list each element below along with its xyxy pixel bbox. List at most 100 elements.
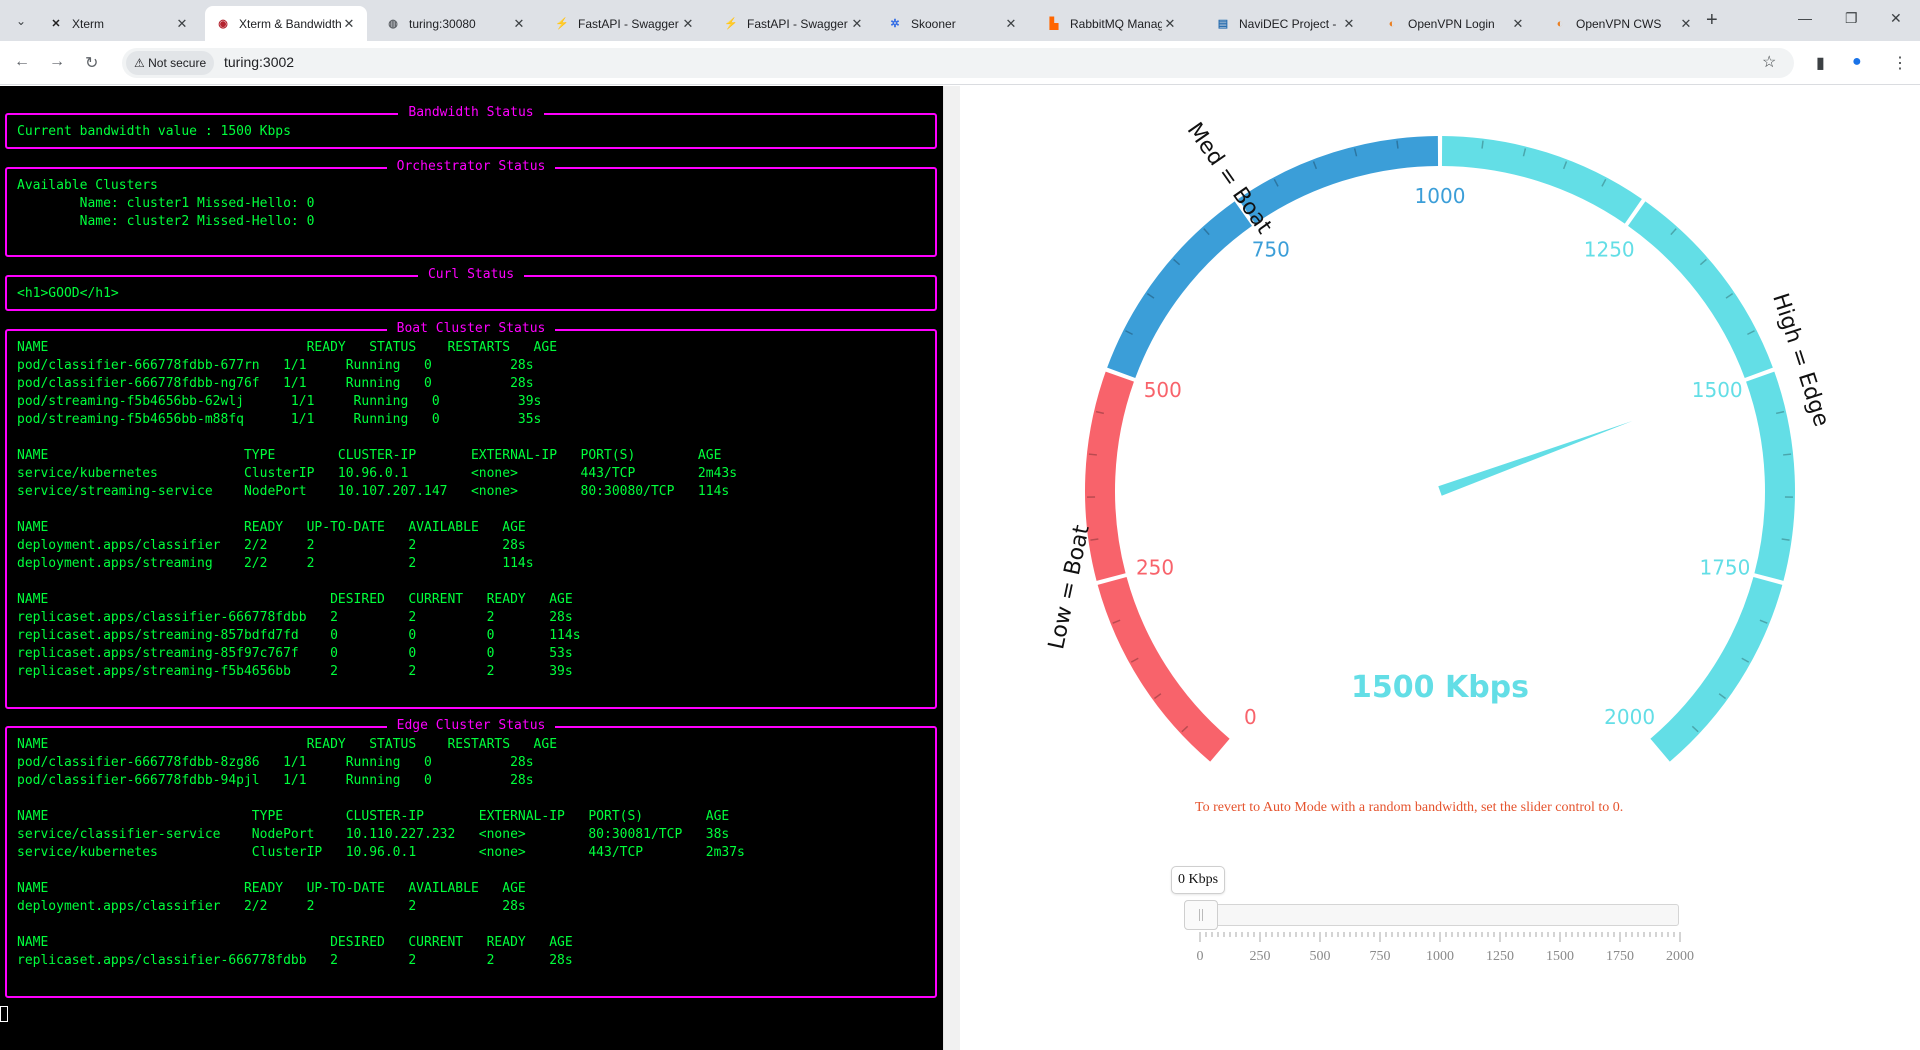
tab-title: RabbitMQ Manag (1070, 16, 1162, 31)
tab-title: Xterm (72, 16, 105, 31)
slider-scale-label: 1250 (1486, 949, 1514, 964)
bandwidth-slider-handle[interactable] (1184, 900, 1218, 930)
browser-tab[interactable]: ✲ Skooner ✕ (877, 6, 1029, 41)
minimize-button[interactable]: — (1798, 10, 1812, 26)
slider-scale: 0 250 500 750 1000 1250 1500 1750 2000 (1197, 932, 1694, 964)
terminal-cursor (0, 1006, 8, 1022)
close-tab-icon[interactable]: ✕ (680, 16, 696, 32)
bandwidth-gauge: 0 250 500 750 1000 1250 1500 1750 2000 Low = Boa… (1044, 118, 1834, 762)
panel-title: Orchestrator Status (386, 159, 556, 174)
browser-tab[interactable]: ◍ turing:30080 ✕ (375, 6, 537, 41)
gauge-minor-tick (1481, 140, 1484, 149)
gauge-arc-segment (1107, 201, 1252, 379)
slider-scale-label: 500 (1310, 949, 1331, 964)
browser-tab[interactable]: ⚡ FastAPI - Swagger ✕ (544, 6, 706, 41)
chevron-down-icon: ⌄ (15, 14, 27, 28)
omnibox[interactable]: ⚠ Not secure turing:3002 ☆ (122, 48, 1794, 78)
globe-icon: ◍ (388, 18, 398, 30)
gauge-readout: 1500 Kbps (1351, 670, 1529, 705)
slider-scale-label: 1000 (1426, 949, 1454, 964)
gauge-needle (1438, 420, 1633, 496)
tab-title: FastAPI - Swagger (578, 16, 679, 31)
url-text[interactable]: turing:3002 (224, 54, 294, 70)
side-panel-icon[interactable]: ▮ (1816, 53, 1825, 73)
tab-strip: ⌄ ✕ Xterm ✕ ◉ Xterm & Bandwidth ✕ ◍ turing:3008… (0, 0, 1920, 41)
gauge-tick-label: 250 (1136, 555, 1174, 579)
panel-text: NAME READY STATUS RESTARTS AGE pod/class… (17, 737, 745, 968)
gauge-arc-segment (1085, 371, 1134, 581)
close-tab-icon[interactable]: ✕ (1003, 16, 1019, 32)
back-button[interactable]: ← (14, 53, 30, 71)
address-bar: ← → ↻ ⚠ Not secure turing:3002 ☆ ▮ ● ⋮ (0, 41, 1920, 85)
tab-title: OpenVPN CWS (1576, 16, 1662, 31)
security-chip[interactable]: ⚠ Not secure (126, 51, 215, 75)
gauge-arc-segment (1628, 201, 1773, 379)
gauge-tick-label: 1750 (1699, 555, 1750, 579)
gauge-arc-segment (1441, 136, 1642, 224)
edge-cluster-status-panel: Edge Cluster Status NAME READY STATUS RE… (5, 718, 937, 998)
gauge-arc-segment (1238, 136, 1439, 224)
tab-search-button[interactable]: ⌄ (10, 10, 32, 32)
curl-status-panel: Curl Status <h1>GOOD</h1> (5, 267, 937, 311)
orchestrator-status-panel: Orchestrator Status Available Clusters N… (5, 159, 937, 257)
kubernetes-icon: ✲ (890, 18, 900, 30)
close-tab-icon[interactable]: ✕ (174, 16, 190, 32)
gauge-tick-label: 500 (1144, 378, 1182, 402)
close-tab-icon[interactable]: ✕ (1510, 16, 1526, 32)
doc-icon: ▤ (1217, 18, 1229, 30)
bookmark-star-icon[interactable]: ☆ (1762, 52, 1776, 72)
menu-kebab-icon[interactable]: ⋮ (1892, 53, 1908, 73)
browser-tab[interactable]: ◉ Xterm & Bandwidth ✕ (205, 6, 367, 41)
openvpn-icon: ◐ (1388, 17, 1396, 30)
xterm-terminal[interactable]: Bandwidth Status Current bandwidth value… (0, 86, 943, 1050)
panel-text: NAME READY STATUS RESTARTS AGE pod/class… (17, 340, 738, 679)
gauge-arc-segment (1650, 576, 1783, 762)
close-tab-icon[interactable]: ✕ (1678, 16, 1694, 32)
tab-title: OpenVPN Login (1408, 16, 1495, 31)
forward-button[interactable]: → (49, 53, 65, 71)
gauge-tick-label: 1500 (1692, 378, 1743, 402)
reload-button[interactable]: ↻ (85, 53, 98, 73)
profile-avatar-icon[interactable]: ● (1852, 53, 1862, 71)
close-window-button[interactable]: ✕ (1890, 10, 1902, 27)
browser-tab[interactable]: ✕ Xterm ✕ (38, 6, 200, 41)
browser-tab[interactable]: ▤ NaviDEC Project - ✕ (1205, 6, 1367, 41)
tab-title: Skooner (911, 16, 956, 31)
slider-scale-label: 750 (1370, 949, 1391, 964)
openvpn-icon: ◐ (1556, 17, 1564, 30)
gauge-minor-tick (1088, 453, 1097, 456)
browser-tab[interactable]: ◐ OpenVPN CWS ✕ (1542, 6, 1704, 41)
panel-title: Edge Cluster Status (386, 718, 556, 733)
gauge-tick-label: 2000 (1604, 705, 1655, 729)
browser-tab[interactable]: ▙ RabbitMQ Manag ✕ (1036, 6, 1188, 41)
close-tab-icon[interactable]: ✕ (511, 16, 527, 32)
slider-scale-label: 1500 (1546, 949, 1574, 964)
panel-title: Curl Status (417, 267, 525, 282)
close-tab-icon[interactable]: ✕ (341, 16, 357, 32)
bandwidth-slider-track[interactable] (1185, 904, 1679, 926)
panel-text: Available Clusters Name: cluster1 Missed… (17, 178, 315, 229)
slider-value-tooltip: 0 Kbps (1171, 866, 1226, 894)
close-tab-icon[interactable]: ✕ (849, 16, 865, 32)
new-tab-button[interactable]: + (1706, 10, 1718, 30)
tab-title: turing:30080 (409, 16, 476, 31)
bandwidth-status-panel: Bandwidth Status Current bandwidth value… (5, 105, 937, 149)
gauge-tick-label: 750 (1252, 237, 1290, 261)
gauge-arc-segment (1097, 576, 1230, 762)
auto-mode-hint: To revert to Auto Mode with a random ban… (1195, 800, 1624, 815)
fastapi-icon: ⚡ (724, 18, 738, 30)
panel-title: Boat Cluster Status (386, 321, 556, 336)
slider-scale-label: 2000 (1666, 949, 1694, 964)
split-scrollbar[interactable] (943, 86, 960, 1050)
gauge-zone-label: Low = Boat (1044, 522, 1095, 651)
gauge-tick-label: 0 (1244, 705, 1257, 729)
close-tab-icon[interactable]: ✕ (1162, 16, 1178, 32)
gauge-tick-label: 1000 (1415, 184, 1466, 208)
slider-scale-label: 250 (1250, 949, 1271, 964)
slider-scale-label: 1750 (1606, 949, 1634, 964)
close-tab-icon[interactable]: ✕ (1341, 16, 1357, 32)
browser-tab[interactable]: ◐ OpenVPN Login ✕ (1374, 6, 1536, 41)
tab-title: FastAPI - Swagger (747, 16, 848, 31)
browser-tab[interactable]: ⚡ FastAPI - Swagger ✕ (713, 6, 875, 41)
restore-button[interactable]: ❐ (1845, 10, 1858, 27)
